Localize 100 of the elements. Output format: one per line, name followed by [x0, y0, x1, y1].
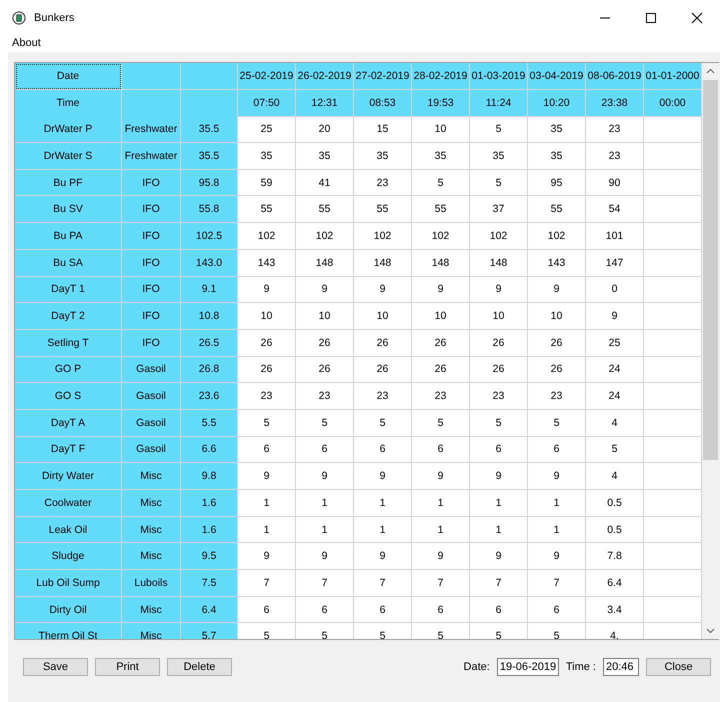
- header-cell: 12:31: [296, 90, 354, 117]
- table-cell: 143: [238, 250, 296, 276]
- table-cell: 26: [470, 330, 528, 357]
- menu-item[interactable]: About: [12, 37, 41, 49]
- table-cell: 9: [354, 543, 412, 570]
- action-button[interactable]: Save: [23, 658, 88, 676]
- header-cell: 26-02-2019: [296, 63, 354, 90]
- table-cell: IFO: [122, 276, 181, 304]
- table-cell: DayT 1: [15, 276, 122, 304]
- table-cell: 37: [470, 196, 528, 224]
- table-cell: 6: [238, 436, 296, 464]
- close-button[interactable]: Close: [646, 658, 711, 676]
- table-cell: 4: [586, 410, 644, 437]
- table-cell: 6: [528, 436, 586, 464]
- table-cell: 35: [296, 143, 354, 170]
- table-cell: 9: [528, 276, 586, 304]
- table-cell: 5: [296, 623, 354, 639]
- table-cell: 5: [412, 410, 470, 437]
- table-cell: 35: [354, 143, 412, 170]
- time-label: Time :: [566, 661, 596, 673]
- table-cell: 23: [296, 383, 354, 410]
- table-cell: 5: [354, 623, 412, 639]
- table-cell: 35.5: [181, 143, 238, 170]
- table-cell: 10: [238, 303, 296, 330]
- table-cell: Misc: [122, 516, 181, 544]
- table-cell: 55: [296, 196, 354, 224]
- table-cell: 25: [238, 116, 296, 144]
- table-cell: 5.5: [181, 410, 238, 437]
- table-cell: 9: [528, 463, 586, 490]
- date-field[interactable]: 19-06-2019: [496, 658, 559, 676]
- table-cell: 5: [528, 410, 586, 437]
- action-button[interactable]: Print: [95, 658, 160, 676]
- table-cell: 55.8: [181, 196, 238, 224]
- table-cell: 102: [296, 223, 354, 250]
- table-cell: 1: [528, 490, 586, 517]
- table-cell: GO S: [15, 383, 122, 410]
- table-cell: DayT A: [15, 410, 122, 437]
- table-cell: 9: [470, 543, 528, 570]
- table-cell: 1: [412, 490, 470, 517]
- header-cell: 00:00: [644, 90, 702, 117]
- table-cell: 1: [296, 516, 354, 544]
- table-cell: 26: [296, 330, 354, 357]
- header-cell: 23:38: [586, 90, 644, 117]
- table-cell: 143.0: [181, 250, 238, 276]
- table-cell: 10: [412, 116, 470, 144]
- table-cell: 35: [528, 116, 586, 144]
- header-cell: 10:20: [528, 90, 586, 117]
- header-cell: 01-01-2000: [644, 63, 702, 90]
- table-cell: 0: [586, 276, 644, 304]
- header-cell: 11:24: [470, 90, 528, 117]
- table-cell: 6: [412, 436, 470, 464]
- table-cell: 23: [470, 383, 528, 410]
- table-cell: Freshwater: [122, 143, 181, 170]
- header-cell: 28-02-2019: [412, 63, 470, 90]
- table-cell: Lub Oil Sump: [15, 570, 122, 597]
- table-cell: 5: [238, 623, 296, 639]
- table-cell: 102: [528, 223, 586, 250]
- table-cell: 26: [412, 356, 470, 384]
- table-cell: 26.5: [181, 330, 238, 357]
- table-cell: 35.5: [181, 116, 238, 144]
- table-cell: 5: [586, 436, 644, 464]
- table-cell: 6: [238, 596, 296, 624]
- table-cell: 7: [354, 570, 412, 597]
- table-cell: Bu SA: [15, 250, 122, 276]
- table-cell: 95.8: [181, 170, 238, 196]
- table-cell: 26: [238, 330, 296, 357]
- table-cell: Gasoil: [122, 436, 181, 464]
- table-cell: 26: [470, 356, 528, 384]
- table-cell: 24: [586, 356, 644, 384]
- table-cell: 7: [296, 570, 354, 597]
- table-cell: 0.5: [586, 516, 644, 544]
- table-cell: Bu SV: [15, 196, 122, 224]
- table-cell: Therm Oil St: [15, 623, 122, 639]
- table-cell: 102: [412, 223, 470, 250]
- table-cell: IFO: [122, 250, 181, 276]
- table-cell: 10: [296, 303, 354, 330]
- table-cell: 23: [238, 383, 296, 410]
- table-cell: 4: [586, 463, 644, 490]
- table-cell: 9: [528, 543, 586, 570]
- table-cell: Setling T: [15, 330, 122, 357]
- table-cell: 6: [354, 436, 412, 464]
- table-cell: 95: [528, 170, 586, 196]
- table-cell: 55: [238, 196, 296, 224]
- table-cell: 9: [354, 463, 412, 490]
- time-field[interactable]: 20:46: [603, 658, 639, 676]
- table-cell: 9: [238, 543, 296, 570]
- table-cell: 15: [354, 116, 412, 144]
- table-cell: 55: [528, 196, 586, 224]
- table-cell: 26: [528, 356, 586, 384]
- scrollbar[interactable]: [702, 63, 719, 639]
- table-cell: 5: [470, 623, 528, 639]
- header-cell: Date: [15, 63, 122, 90]
- table-cell: 9: [470, 463, 528, 490]
- table-cell: 9.8: [181, 463, 238, 490]
- table-cell: IFO: [122, 330, 181, 357]
- scroll-thumb[interactable]: [703, 80, 718, 460]
- action-button[interactable]: Delete: [167, 658, 232, 676]
- table-cell: Bu PA: [15, 223, 122, 250]
- table-cell: 5: [412, 170, 470, 196]
- header-cell: 25-02-2019: [238, 63, 296, 90]
